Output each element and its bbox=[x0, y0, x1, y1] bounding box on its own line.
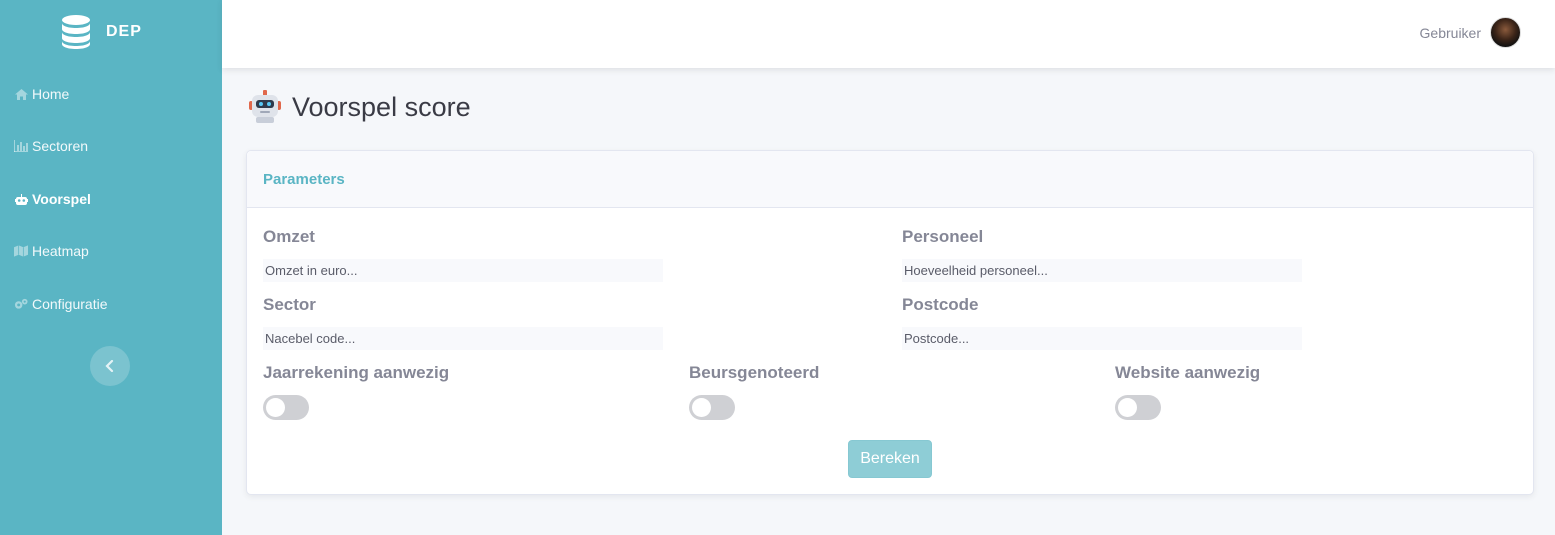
sidebar-item-label: Heatmap bbox=[32, 243, 89, 259]
toggle-knob bbox=[266, 398, 285, 417]
sector-input[interactable] bbox=[263, 327, 663, 350]
bar-chart-icon bbox=[14, 140, 28, 152]
sidebar-item-label: Sectoren bbox=[32, 138, 89, 154]
parameters-card: Parameters Omzet Personeel Sector Postco… bbox=[246, 150, 1534, 495]
page-heading: Voorspel score bbox=[249, 90, 471, 124]
home-icon bbox=[14, 88, 28, 100]
postcode-input[interactable] bbox=[902, 327, 1302, 350]
sidebar-item-label: Voorspel bbox=[32, 191, 91, 207]
brand-name: DEP bbox=[106, 23, 142, 40]
card-header: Parameters bbox=[247, 151, 1533, 208]
sidebar-item-home[interactable]: Home bbox=[14, 86, 69, 102]
omzet-input[interactable] bbox=[263, 259, 663, 282]
postcode-label: Postcode bbox=[902, 295, 979, 314]
jaarrekening-label: Jaarrekening aanwezig bbox=[263, 363, 450, 382]
beursgenoteerd-toggle[interactable] bbox=[689, 395, 735, 420]
website-toggle[interactable] bbox=[1115, 395, 1161, 420]
website-label: Website aanwezig bbox=[1115, 363, 1261, 382]
omzet-label: Omzet bbox=[263, 227, 315, 246]
toggle-knob bbox=[1118, 398, 1137, 417]
jaarrekening-toggle[interactable] bbox=[263, 395, 309, 420]
user-menu[interactable]: Gebruiker bbox=[1420, 17, 1521, 48]
robot-icon bbox=[14, 193, 28, 205]
sidebar-item-configuratie[interactable]: Configuratie bbox=[14, 296, 108, 312]
bereken-button[interactable]: Bereken bbox=[848, 440, 932, 478]
topbar: Gebruiker bbox=[222, 0, 1555, 68]
beursgenoteerd-label: Beursgenoteerd bbox=[689, 363, 820, 382]
personeel-input[interactable] bbox=[902, 259, 1302, 282]
brand[interactable]: DEP bbox=[60, 14, 142, 50]
cogs-icon bbox=[14, 298, 28, 310]
sector-label: Sector bbox=[263, 295, 316, 314]
card-title: Parameters bbox=[263, 171, 345, 188]
sidebar-item-label: Configuratie bbox=[32, 296, 108, 312]
toggle-knob bbox=[692, 398, 711, 417]
sidebar-toggle-button[interactable] bbox=[90, 346, 130, 386]
personeel-label: Personeel bbox=[902, 227, 984, 246]
sidebar-item-voorspel[interactable]: Voorspel bbox=[14, 191, 91, 207]
page-title: Voorspel score bbox=[292, 91, 471, 122]
chevron-left-icon bbox=[105, 360, 114, 372]
user-name: Gebruiker bbox=[1419, 24, 1481, 41]
sidebar-item-heatmap[interactable]: Heatmap bbox=[14, 243, 89, 259]
avatar[interactable] bbox=[1490, 17, 1521, 48]
robot-emoji-icon bbox=[249, 90, 281, 123]
sidebar: DEP Home Sectoren Voorspel Heatmap Confi… bbox=[0, 0, 222, 535]
map-icon bbox=[14, 245, 28, 257]
sidebar-item-label: Home bbox=[32, 86, 70, 102]
database-icon bbox=[62, 15, 90, 49]
sidebar-item-sectoren[interactable]: Sectoren bbox=[14, 138, 88, 154]
